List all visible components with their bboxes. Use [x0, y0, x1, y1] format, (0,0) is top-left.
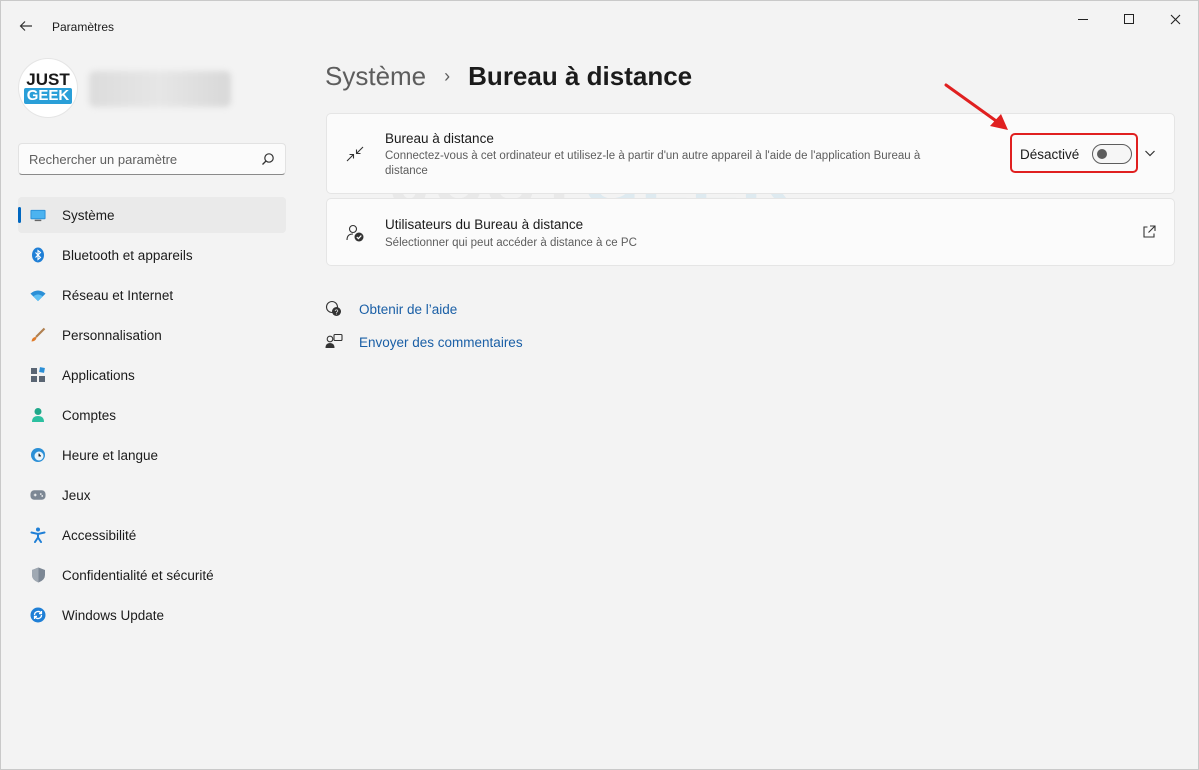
chevron-down-icon[interactable]	[1143, 146, 1157, 160]
feedback-icon	[325, 333, 343, 348]
shield-icon	[30, 567, 46, 583]
help-link-label: Obtenir de l’aide	[359, 301, 458, 317]
maximize-icon	[1124, 14, 1134, 24]
remote-desktop-card[interactable]: Bureau à distance Connectez-vous à cet o…	[326, 113, 1175, 194]
sidebar-item-label: Système	[62, 207, 115, 223]
avatar[interactable]: JUST GEEK	[19, 59, 77, 117]
remote-desktop-toggle[interactable]	[1092, 144, 1132, 164]
users-check-icon	[346, 224, 364, 242]
sidebar-item-confidentialite[interactable]: Confidentialité et sécurité	[18, 557, 286, 593]
sidebar-item-label: Accessibilité	[62, 527, 137, 543]
sidebar-item-applications[interactable]: Applications	[18, 357, 286, 393]
search-icon[interactable]	[261, 152, 275, 166]
profile-name-blurred	[89, 71, 231, 107]
sidebar-item-label: Applications	[62, 367, 135, 383]
back-button[interactable]	[15, 15, 37, 37]
title-bar: Paramètres	[1, 1, 1198, 51]
app-title: Paramètres	[52, 20, 115, 34]
breadcrumb: Système › Bureau à distance	[325, 61, 692, 92]
remote-desktop-description: Connectez-vous à cet ordinateur et utili…	[385, 150, 921, 177]
feedback-link[interactable]: Envoyer des commentaires	[325, 333, 523, 351]
sidebar-item-heure-langue[interactable]: Heure et langue	[18, 437, 286, 473]
sidebar-item-label: Heure et langue	[62, 447, 159, 463]
bluetooth-icon	[30, 247, 46, 263]
close-button[interactable]	[1152, 9, 1198, 29]
account-icon	[30, 407, 46, 423]
remote-desktop-icon	[346, 146, 364, 162]
help-chat-icon: ?	[325, 300, 341, 316]
minimize-button[interactable]	[1060, 9, 1106, 29]
clock-globe-icon	[30, 447, 46, 463]
sidebar-item-label: Réseau et Internet	[62, 287, 174, 303]
maximize-button[interactable]	[1106, 9, 1152, 29]
sidebar-item-accessibilite[interactable]: Accessibilité	[18, 517, 286, 553]
sidebar-item-windows-update[interactable]: Windows Update	[18, 597, 286, 633]
settings-window: Paramètres JUST GEEK Système Bluetooth e…	[0, 0, 1199, 770]
sidebar-item-bluetooth[interactable]: Bluetooth et appareils	[18, 237, 286, 273]
remote-users-card[interactable]: Utilisateurs du Bureau à distance Sélect…	[326, 198, 1175, 266]
minimize-icon	[1078, 18, 1088, 20]
sidebar-item-jeux[interactable]: Jeux	[18, 477, 286, 513]
sidebar-item-label: Windows Update	[62, 607, 165, 623]
feedback-link-label: Envoyer des commentaires	[359, 334, 523, 350]
remote-desktop-title: Bureau à distance	[385, 131, 494, 146]
sidebar-item-label: Confidentialité et sécurité	[62, 567, 214, 583]
toggle-annotation-box: Désactivé	[1010, 133, 1138, 173]
help-link[interactable]: ? Obtenir de l’aide	[325, 300, 457, 318]
search-input[interactable]	[29, 144, 259, 174]
remote-users-description: Sélectionner qui peut accéder à distance…	[385, 237, 637, 249]
system-display-icon	[30, 207, 46, 223]
external-link-icon[interactable]	[1141, 224, 1157, 240]
annotation-arrow	[944, 83, 1008, 130]
update-icon	[30, 607, 46, 623]
back-arrow-icon	[19, 21, 32, 31]
search-box	[18, 143, 286, 175]
breadcrumb-parent[interactable]: Système	[325, 61, 426, 92]
toggle-state-label: Désactivé	[1020, 147, 1080, 162]
sidebar-item-systeme[interactable]: Système	[18, 197, 286, 233]
toggle-knob	[1097, 149, 1107, 159]
svg-text:?: ?	[335, 309, 339, 316]
close-icon	[1170, 14, 1180, 24]
sidebar-item-reseau[interactable]: Réseau et Internet	[18, 277, 286, 313]
remote-users-title: Utilisateurs du Bureau à distance	[385, 217, 584, 232]
logo-text-bottom: GEEK	[23, 88, 73, 104]
breadcrumb-separator: ›	[444, 66, 451, 86]
sidebar-item-comptes[interactable]: Comptes	[18, 397, 286, 433]
accessibility-icon	[30, 527, 46, 543]
apps-icon	[30, 367, 46, 383]
logo-text-top: JUST	[26, 70, 70, 89]
sidebar-item-personnalisation[interactable]: Personnalisation	[18, 317, 286, 353]
wifi-icon	[30, 287, 46, 303]
paintbrush-icon	[30, 327, 46, 343]
sidebar-item-label: Personnalisation	[62, 327, 162, 343]
gamepad-icon	[30, 487, 46, 503]
sidebar-item-label: Bluetooth et appareils	[62, 247, 193, 263]
sidebar-item-label: Comptes	[62, 407, 117, 423]
sidebar-nav: Système Bluetooth et appareils Réseau et…	[18, 197, 286, 637]
sidebar-item-label: Jeux	[62, 487, 91, 503]
page-title: Bureau à distance	[468, 61, 693, 91]
